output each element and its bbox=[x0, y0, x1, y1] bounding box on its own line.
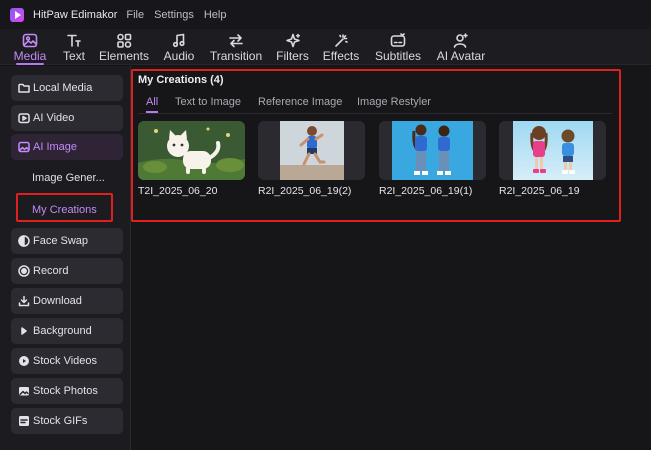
sidebar-item-background[interactable]: Background bbox=[11, 318, 123, 344]
menu-settings[interactable]: Settings bbox=[154, 9, 194, 21]
sidebar-item-label: Stock GIFs bbox=[33, 415, 88, 427]
sidebar-item-label: Face Swap bbox=[33, 235, 89, 247]
tab-filters[interactable]: Filters bbox=[276, 29, 309, 65]
media-icon bbox=[22, 32, 38, 49]
ai-image-icon bbox=[18, 141, 30, 153]
sidebar-item-local-media[interactable]: Local Media bbox=[11, 75, 123, 101]
tab-media-label: Media bbox=[13, 49, 47, 63]
tab-subtitles-label: Subtitles bbox=[374, 49, 422, 63]
app-logo-icon bbox=[10, 7, 24, 22]
sidebar-item-stock-gifs[interactable]: Stock GIFs bbox=[11, 408, 123, 434]
text-icon bbox=[66, 32, 82, 49]
sidebar-item-download[interactable]: Download bbox=[11, 288, 123, 314]
ai-avatar-icon bbox=[453, 32, 469, 49]
gif-icon bbox=[18, 415, 30, 427]
sidebar-item-label: Background bbox=[33, 325, 92, 337]
sidebar-item-label: AI Video bbox=[33, 112, 75, 124]
highlight-box-my-creations bbox=[16, 193, 113, 222]
menu-file[interactable]: File bbox=[126, 9, 144, 21]
sidebar-item-label: Download bbox=[33, 295, 82, 307]
main-toolbar: Media Text Elements Audio Transition Fil… bbox=[0, 29, 651, 65]
transition-icon bbox=[228, 32, 244, 49]
sidebar-item-ai-video[interactable]: AI Video bbox=[11, 105, 123, 131]
sidebar-item-stock-photos[interactable]: Stock Photos bbox=[11, 378, 123, 404]
stock-videos-icon bbox=[18, 355, 30, 367]
ai-video-icon bbox=[18, 112, 30, 124]
title-bar: HitPaw Edimakor File Settings Help bbox=[0, 0, 651, 29]
tab-text[interactable]: Text bbox=[60, 29, 88, 65]
tab-media[interactable]: Media bbox=[12, 29, 48, 65]
stock-photos-icon bbox=[18, 385, 30, 397]
filters-icon bbox=[285, 32, 301, 49]
tab-ai-avatar-label: AI Avatar bbox=[436, 49, 486, 63]
subtitles-icon bbox=[390, 32, 406, 49]
sidebar-item-record[interactable]: Record bbox=[11, 258, 123, 284]
sidebar-item-label: AI Image bbox=[33, 141, 78, 153]
tab-ai-avatar[interactable]: AI Avatar bbox=[436, 29, 486, 65]
record-icon bbox=[18, 265, 30, 277]
tab-elements[interactable]: Elements bbox=[98, 29, 150, 65]
tab-effects-label: Effects bbox=[322, 49, 360, 63]
media-sidebar: Local Media AI Video AI Image Image Gene… bbox=[0, 66, 131, 450]
caret-right-icon bbox=[18, 325, 30, 337]
tab-elements-label: Elements bbox=[98, 49, 150, 63]
sidebar-item-stock-videos[interactable]: Stock Videos bbox=[11, 348, 123, 374]
face-swap-icon bbox=[18, 235, 30, 247]
tab-subtitles[interactable]: Subtitles bbox=[374, 29, 422, 65]
tab-audio-label: Audio bbox=[163, 49, 195, 63]
effects-icon bbox=[333, 32, 349, 49]
tab-text-label: Text bbox=[62, 49, 85, 63]
tab-filters-label: Filters bbox=[276, 49, 309, 63]
sidebar-item-label: Stock Videos bbox=[33, 355, 98, 367]
audio-icon bbox=[171, 32, 187, 49]
sidebar-item-label: Record bbox=[33, 265, 69, 277]
highlight-box-creations-panel bbox=[131, 69, 621, 222]
sidebar-item-face-swap[interactable]: Face Swap bbox=[11, 228, 123, 254]
tab-transition-label: Transition bbox=[209, 49, 263, 63]
download-icon bbox=[18, 295, 30, 307]
tab-transition[interactable]: Transition bbox=[210, 29, 262, 65]
sidebar-item-label: Local Media bbox=[33, 82, 93, 94]
menu-help[interactable]: Help bbox=[204, 9, 227, 21]
tab-effects[interactable]: Effects bbox=[322, 29, 360, 65]
app-title: HitPaw Edimakor bbox=[33, 8, 118, 21]
sidebar-item-label: Stock Photos bbox=[33, 385, 98, 397]
elements-icon bbox=[116, 32, 132, 49]
sidebar-item-ai-image[interactable]: AI Image bbox=[11, 134, 123, 160]
tab-audio[interactable]: Audio bbox=[162, 29, 196, 65]
sidebar-sub-image-generator[interactable]: Image Gener... bbox=[32, 172, 105, 184]
folder-icon bbox=[18, 82, 30, 94]
